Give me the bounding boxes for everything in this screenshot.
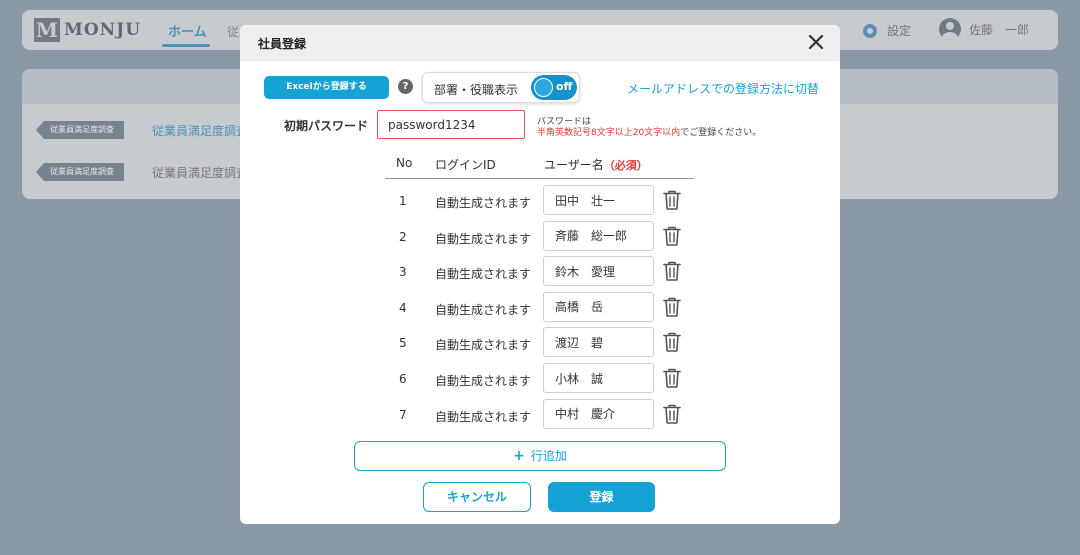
survey-tag: 従業員満足度調査 — [36, 121, 124, 139]
table-row: 5 自動生成されます — [240, 327, 840, 358]
table-row: 6 自動生成されます — [240, 363, 840, 393]
login-id-cell: 自動生成されます — [435, 338, 532, 353]
header-divider — [385, 178, 694, 179]
column-header-login-id: ログインID — [435, 158, 496, 172]
excel-import-button[interactable]: Excelから登録する — [264, 76, 389, 99]
column-header-no: No — [396, 156, 413, 170]
logo-mark: M — [34, 18, 60, 42]
list-item[interactable]: 従業員満足度調査 従業員満足度調査 — [36, 121, 248, 139]
avatar-icon — [939, 18, 961, 40]
nav-home[interactable]: ホーム — [168, 21, 207, 40]
table-row: 1 自動生成されます — [240, 185, 840, 215]
password-rule: 半角英数記号8文字以上20文字以内でご登録ください。 — [537, 125, 761, 138]
trash-icon[interactable] — [662, 403, 682, 425]
row-number: 7 — [399, 407, 407, 422]
add-row-label: 行追加 — [530, 449, 567, 463]
trash-icon[interactable] — [662, 260, 682, 282]
trash-icon[interactable] — [662, 296, 682, 318]
user-menu[interactable]: 佐藤 一郎 — [939, 18, 1029, 40]
password-label: 初期パスワード — [284, 119, 369, 133]
settings-link[interactable]: 設定 — [863, 22, 911, 39]
logo[interactable]: M MONJU — [34, 18, 141, 42]
user-name-input[interactable] — [543, 363, 654, 393]
user-name-header-text: ユーザー名 — [544, 158, 604, 172]
help-icon[interactable]: ? — [398, 79, 413, 94]
table-row: 3 自動生成されます — [240, 256, 840, 287]
password-rule-text: 半角英数記号8文字以上20文字以内 — [537, 128, 681, 138]
login-id-cell: 自動生成されます — [435, 196, 532, 210]
user-name-input[interactable] — [543, 398, 654, 429]
survey-title: 従業員満足度調査 — [152, 123, 249, 138]
switch-to-email-link[interactable]: メールアドレスでの登録方法に切替 — [627, 80, 819, 97]
table-row: 2 自動生成されます — [240, 220, 840, 251]
row-number: 3 — [399, 265, 407, 280]
add-row-button[interactable]: + 行追加 — [354, 441, 726, 471]
plus-icon: + — [513, 448, 525, 464]
user-name: 佐藤 一郎 — [969, 22, 1030, 37]
survey-title: 従業員満足度調査 — [152, 165, 249, 180]
employee-register-modal: 社員登録 Excelから登録する ? 部署・役職表示 off メールアドレスでの… — [240, 25, 840, 524]
column-header-user-name: ユーザー名（必須） — [544, 156, 648, 173]
row-number: 4 — [399, 300, 407, 315]
table-row: 4 自動生成されます — [240, 291, 840, 322]
nav-item-partial[interactable]: 従 — [227, 23, 239, 40]
trash-icon[interactable] — [662, 367, 682, 389]
survey-tag: 従業員満足度調査 — [36, 163, 124, 181]
row-number: 5 — [399, 336, 407, 351]
register-button[interactable]: 登録 — [548, 482, 655, 512]
login-id-cell: 自動生成されます — [435, 409, 532, 424]
required-mark: （必須） — [603, 159, 648, 172]
row-number: 1 — [399, 194, 407, 208]
user-name-input[interactable] — [543, 256, 654, 287]
toggle-knob — [534, 78, 553, 97]
password-rule-suffix: でご登録ください。 — [680, 128, 762, 138]
trash-icon[interactable] — [662, 189, 682, 211]
gear-icon — [863, 23, 877, 38]
user-name-input[interactable] — [543, 185, 654, 215]
login-id-cell: 自動生成されます — [435, 267, 532, 282]
logo-text: MONJU — [64, 20, 142, 40]
user-name-input[interactable] — [543, 327, 654, 358]
user-name-input[interactable] — [543, 220, 654, 251]
row-number: 2 — [399, 229, 407, 244]
modal-header: 社員登録 — [240, 25, 840, 61]
row-number: 6 — [399, 372, 407, 386]
trash-icon[interactable] — [662, 225, 682, 247]
toggle-label: 部署・役職表示 — [434, 83, 519, 97]
password-input[interactable] — [377, 110, 525, 139]
user-name-input[interactable] — [543, 291, 654, 322]
login-id-cell: 自動生成されます — [435, 231, 532, 246]
cancel-button[interactable]: キャンセル — [423, 482, 531, 512]
table-row: 7 自動生成されます — [240, 398, 840, 429]
toggle-state: off — [556, 80, 573, 93]
close-icon[interactable] — [806, 32, 826, 52]
settings-label: 設定 — [887, 24, 912, 38]
department-display-toggle-box: 部署・役職表示 off — [422, 72, 580, 103]
department-display-toggle[interactable]: off — [531, 75, 577, 100]
modal-title: 社員登録 — [258, 37, 307, 51]
login-id-cell: 自動生成されます — [435, 374, 532, 388]
login-id-cell: 自動生成されます — [435, 302, 532, 317]
nav-active-indicator — [162, 44, 210, 47]
list-item[interactable]: 従業員満足度調査 従業員満足度調査 — [36, 163, 248, 181]
trash-icon[interactable] — [662, 331, 682, 353]
